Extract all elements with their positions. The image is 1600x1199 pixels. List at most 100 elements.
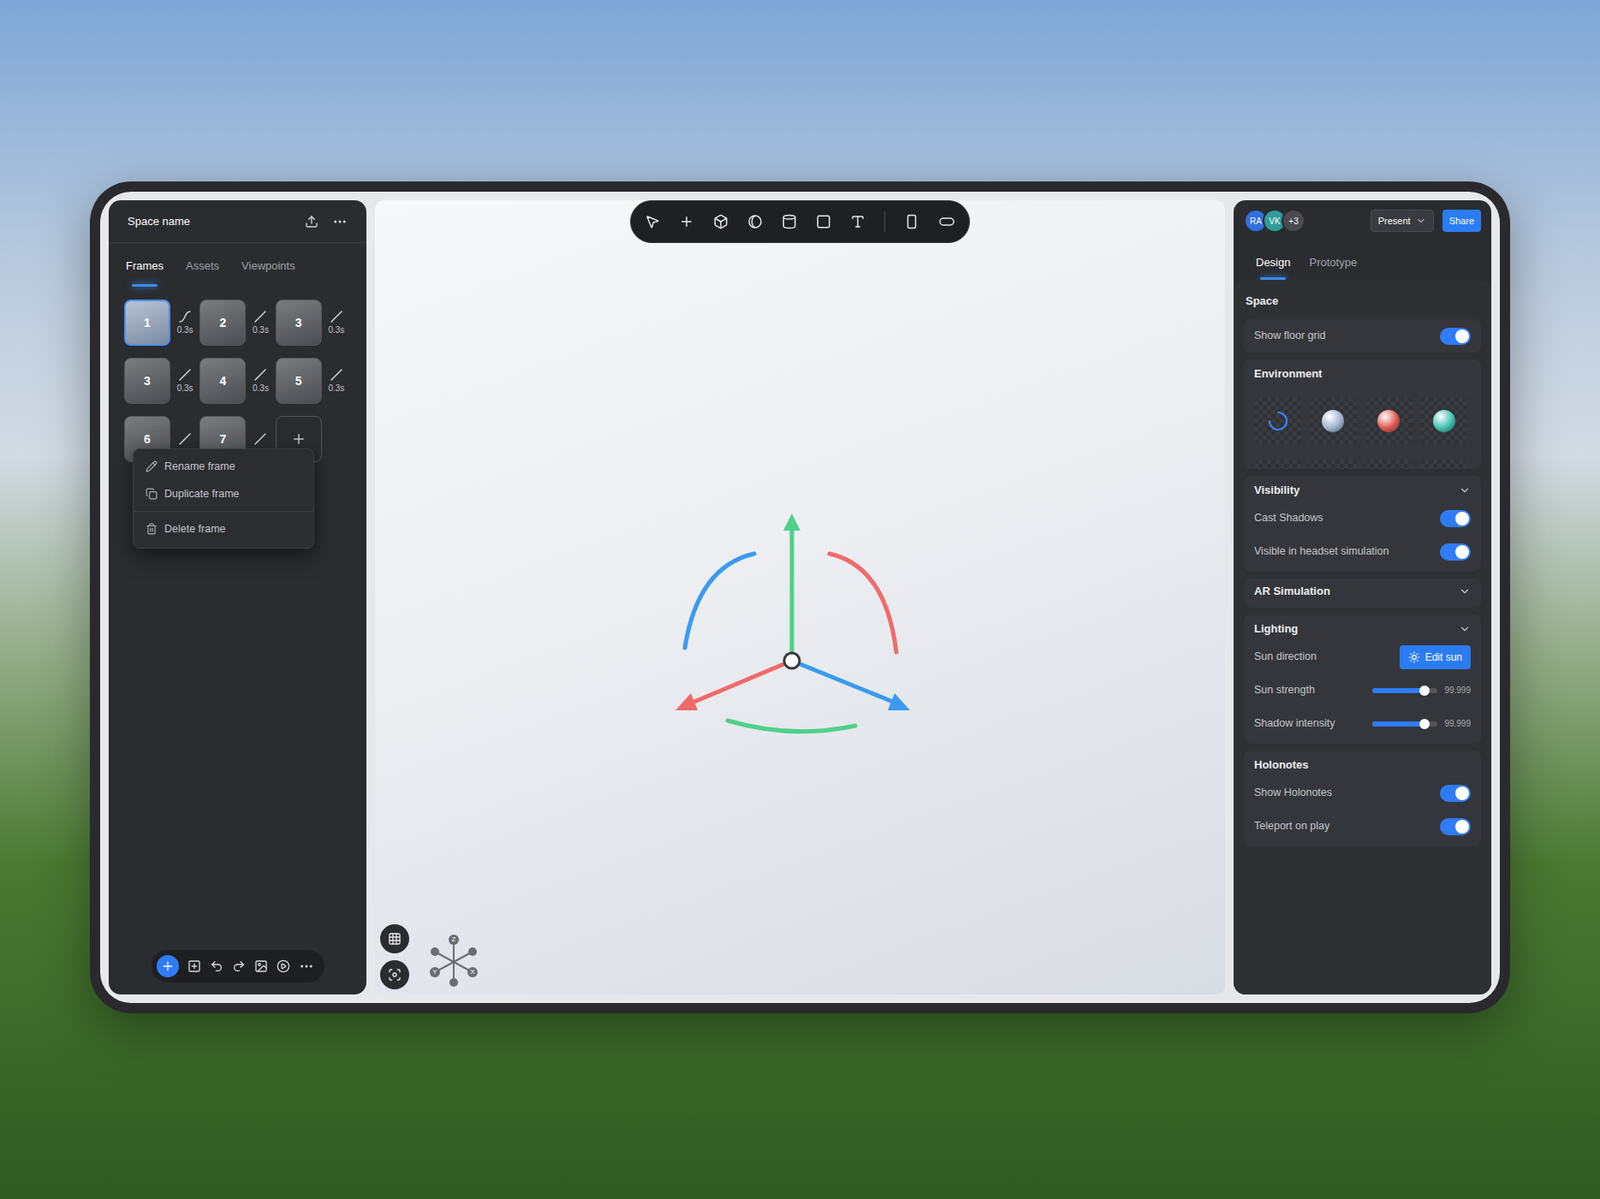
- section-header[interactable]: Lighting: [1243, 614, 1482, 641]
- linear-curve-icon: [253, 309, 268, 324]
- slider-control: 99.999: [1372, 717, 1471, 731]
- more-icon[interactable]: [298, 958, 315, 975]
- frame-transition[interactable]: 0.3s: [170, 368, 200, 394]
- environment-sphere: [1433, 410, 1456, 433]
- section-header: Environment: [1243, 359, 1482, 386]
- panel-icon[interactable]: [904, 214, 920, 230]
- toggle[interactable]: [1439, 785, 1471, 803]
- environment-swatch[interactable]: [1309, 397, 1357, 445]
- context-menu-item[interactable]: Duplicate frame: [133, 480, 314, 508]
- header-actions: [304, 214, 348, 230]
- section-header[interactable]: AR Simulation: [1243, 578, 1482, 605]
- tab[interactable]: Prototype: [1308, 255, 1357, 280]
- present-button[interactable]: Present: [1370, 209, 1434, 233]
- section-rows: Cast ShadowsVisible in headset simulatio…: [1243, 501, 1482, 569]
- toggle[interactable]: [1439, 818, 1471, 836]
- cube-icon[interactable]: [713, 214, 729, 230]
- section-title: Visibility: [1254, 482, 1300, 499]
- play-icon[interactable]: [276, 959, 291, 974]
- capsule-icon[interactable]: [938, 214, 956, 230]
- focus-button[interactable]: [380, 960, 410, 990]
- undo-icon[interactable]: [209, 959, 224, 974]
- frame-number: 1: [143, 314, 151, 333]
- transform-gizmo-icon[interactable]: [663, 506, 921, 738]
- context-menu-item[interactable]: Rename frame: [133, 452, 314, 481]
- slider-knob[interactable]: [1419, 719, 1430, 730]
- edit-sun-button[interactable]: Edit sun: [1399, 645, 1471, 670]
- tab[interactable]: Design: [1255, 255, 1291, 280]
- setting-label: Cast Shadows: [1254, 510, 1324, 527]
- environment-swatch[interactable]: [1254, 459, 1302, 470]
- setting-row: Teleport on play: [1243, 809, 1482, 844]
- text-tool-icon[interactable]: [850, 214, 866, 230]
- environment-swatch[interactable]: [1365, 459, 1413, 470]
- scene-render[interactable]: [374, 200, 1226, 995]
- image-icon[interactable]: [254, 959, 268, 974]
- frame-transition[interactable]: 0.3s: [245, 309, 275, 336]
- frame-thumbnail[interactable]: 4: [199, 357, 246, 405]
- frame-thumbnail[interactable]: 2: [199, 299, 246, 346]
- section-header[interactable]: Visibility: [1243, 475, 1482, 502]
- frame-thumbnail[interactable]: 3: [275, 299, 322, 346]
- frames-grid: 10.3s20.3s30.3s30.3s40.3s50.3s67Rename f…: [108, 299, 367, 463]
- setting-row: Shadow intensity99.999: [1243, 707, 1482, 741]
- space-name[interactable]: Space name: [127, 213, 191, 231]
- frame-thumbnail[interactable]: 5: [275, 357, 322, 405]
- add-button[interactable]: [156, 955, 179, 978]
- plane-icon[interactable]: [815, 214, 832, 230]
- setting-label: Show floor grid: [1254, 327, 1326, 345]
- frame-transition[interactable]: 0.3s: [170, 309, 200, 336]
- slider[interactable]: [1372, 688, 1438, 694]
- frame-transition[interactable]: [245, 432, 275, 447]
- more-icon[interactable]: [332, 214, 348, 230]
- upload-icon[interactable]: [304, 214, 319, 229]
- page: Space nameFramesAssetsViewpoints10.3s20.…: [0, 0, 1600, 1199]
- tab[interactable]: Assets: [185, 258, 220, 287]
- add-icon[interactable]: [678, 214, 695, 230]
- axis-gizmo[interactable]: ZYX: [426, 934, 482, 990]
- select-icon[interactable]: [644, 214, 661, 230]
- environment-swatch[interactable]: [1420, 459, 1468, 470]
- redo-icon[interactable]: [231, 959, 246, 974]
- context-menu-item[interactable]: Delete frame: [133, 515, 314, 543]
- context-menu-group: Delete frame: [133, 507, 314, 543]
- section-header: Holonotes: [1243, 750, 1482, 777]
- frame-thumbnail[interactable]: 1: [124, 299, 171, 346]
- environment-swatch[interactable]: [1309, 459, 1357, 470]
- sphere-icon[interactable]: [747, 214, 763, 230]
- frame-thumbnail[interactable]: 3: [124, 357, 171, 405]
- transition-duration: 0.3s: [327, 383, 345, 394]
- toggle-knob: [1455, 820, 1470, 834]
- frame-number: 4: [219, 372, 227, 391]
- environment-swatch[interactable]: [1254, 397, 1302, 445]
- context-menu-group: Rename frame: [133, 452, 314, 481]
- environment-swatch[interactable]: [1420, 397, 1468, 445]
- context-menu-group: Duplicate frame: [133, 480, 314, 508]
- grid-button[interactable]: [380, 924, 410, 954]
- add-frame-icon[interactable]: [187, 959, 202, 974]
- left-panel: Space nameFramesAssetsViewpoints10.3s20.…: [108, 200, 367, 995]
- pencil-icon: [145, 460, 158, 473]
- chevron-down-icon: [1458, 484, 1471, 497]
- toggle-knob: [1455, 511, 1470, 526]
- settings-section: LightingSun directionEdit sunSun strengt…: [1243, 614, 1482, 744]
- tab[interactable]: Viewpoints: [241, 258, 296, 287]
- slider[interactable]: [1372, 721, 1438, 727]
- section-title: Space: [1243, 293, 1482, 310]
- environment-sphere: [1321, 410, 1345, 433]
- share-button[interactable]: Share: [1442, 209, 1482, 233]
- frame-transition[interactable]: [170, 432, 200, 447]
- settings-section: AR Simulation: [1243, 578, 1482, 608]
- toggle[interactable]: [1439, 327, 1471, 345]
- frame-transition[interactable]: 0.3s: [245, 368, 275, 394]
- frame-transition[interactable]: 0.3s: [321, 309, 351, 336]
- slider-reading: 99.999: [1444, 717, 1471, 731]
- environment-swatch[interactable]: [1365, 397, 1413, 445]
- frame-transition[interactable]: 0.3s: [321, 368, 351, 394]
- toggle[interactable]: [1439, 543, 1471, 561]
- cylinder-icon[interactable]: [781, 214, 798, 230]
- toggle[interactable]: [1439, 510, 1471, 528]
- slider-knob[interactable]: [1419, 685, 1430, 696]
- tab[interactable]: Frames: [125, 258, 164, 287]
- more-collaborators[interactable]: +3: [1281, 208, 1306, 233]
